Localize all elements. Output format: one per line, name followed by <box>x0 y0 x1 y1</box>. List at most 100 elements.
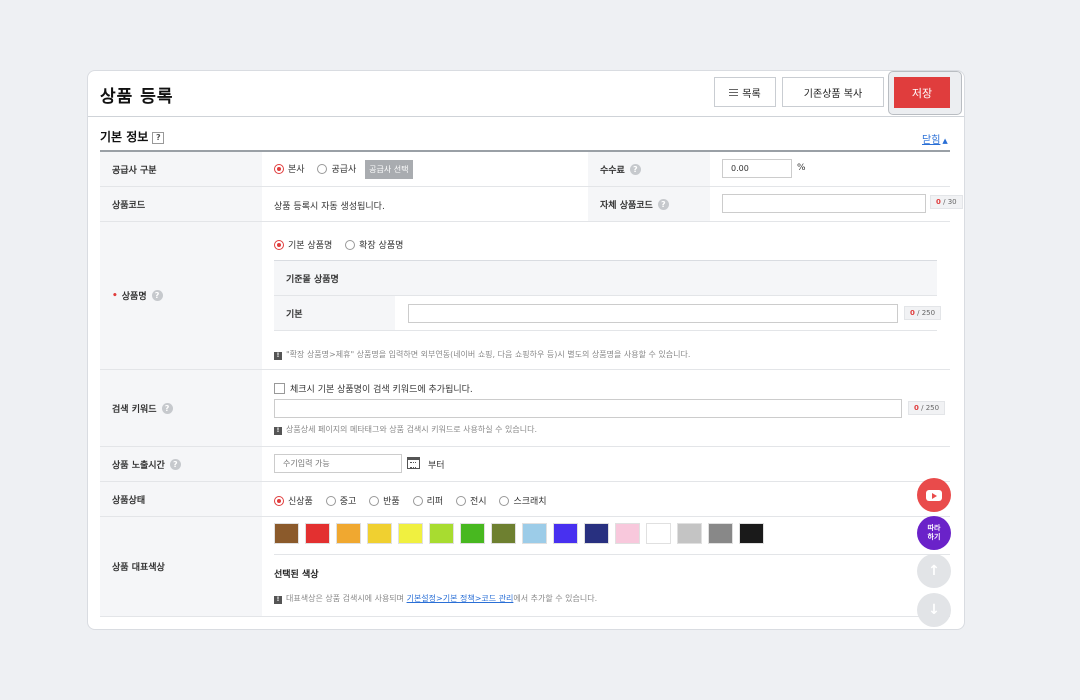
color-swatch[interactable] <box>522 523 547 544</box>
radio-status-new[interactable]: 신상품 <box>274 494 313 507</box>
follow-label: 따라 하기 <box>927 524 941 541</box>
list-button-label: 목록 <box>742 88 761 100</box>
radio-unchecked-icon <box>345 240 356 250</box>
page-header: 상품 등록 목록 기존상품 복사 저장 <box>88 71 964 117</box>
radio-basic-name[interactable]: 기본 상품명 <box>274 238 332 251</box>
color-swatch[interactable] <box>367 523 392 544</box>
save-button[interactable]: 저장 <box>894 77 950 108</box>
radio-unchecked-icon <box>369 496 380 506</box>
product-code-label: 상품코드 <box>100 187 262 221</box>
supplier-label: 공급사 구분 <box>100 152 262 186</box>
status-label: 상품상태 <box>100 482 262 516</box>
supplier-options: 본사 공급사 공급사 선택 <box>274 160 413 179</box>
radio-unchecked-icon <box>499 496 510 506</box>
product-name-row: • 상품명? 기본 상품명 확장 상품명 기준몰 상품명 기본 0 / 250 !… <box>100 222 950 370</box>
exposure-suffix: 부터 <box>428 461 445 471</box>
radio-checked-icon <box>274 240 284 250</box>
product-name-help-icon[interactable]: ? <box>151 290 163 301</box>
status-row: 상품상태 신상품 중고 반품 리퍼 전시 스크래치 <box>100 482 950 517</box>
list-button[interactable]: 목록 <box>714 77 776 107</box>
copy-existing-button[interactable]: 기존상품 복사 <box>782 77 884 107</box>
product-code-value: 상품 등록시 자동 생성됩니다. <box>274 202 385 212</box>
keyword-label: 검색 키워드? <box>100 370 262 446</box>
color-swatch[interactable] <box>305 523 330 544</box>
color-swatch[interactable] <box>615 523 640 544</box>
keyword-help-icon[interactable]: ? <box>161 402 173 414</box>
youtube-button[interactable] <box>917 478 951 512</box>
arrow-down-icon: ↓ <box>928 602 940 618</box>
scroll-bottom-button[interactable]: ↓ <box>917 593 951 627</box>
keyword-note: ! 상품상세 페이지의 메타태그와 상품 검색시 키워드로 사용하실 수 있습니다… <box>274 424 537 435</box>
product-name-label: • 상품명? <box>100 222 262 369</box>
subtable-header: 기준몰 상품명 <box>274 261 937 296</box>
product-name-input[interactable] <box>408 304 898 323</box>
radio-checked-icon <box>274 496 284 506</box>
color-swatch[interactable] <box>553 523 578 544</box>
radio-unchecked-icon <box>325 496 336 506</box>
own-code-help-icon[interactable]: ? <box>657 198 669 210</box>
radio-status-refurb[interactable]: 리퍼 <box>412 494 443 507</box>
code-management-link[interactable]: 기본설정>기본 정책>코드 관리 <box>407 594 514 603</box>
radio-status-returned[interactable]: 반품 <box>369 494 400 507</box>
keyword-row: 검색 키워드? 체크시 기본 상품명이 검색 키워드에 추가됩니다. 0 / 2… <box>100 370 950 447</box>
product-name-subtable: 기준몰 상품명 기본 0 / 250 <box>274 260 942 331</box>
color-swatch[interactable] <box>398 523 423 544</box>
color-label: 상품 대표색상 <box>100 517 262 616</box>
keyword-checkbox[interactable]: 체크시 기본 상품명이 검색 키워드에 추가됩니다. <box>274 382 473 395</box>
radio-status-scratch[interactable]: 스크래치 <box>499 494 547 507</box>
selected-color-label: 선택된 색상 <box>274 570 319 580</box>
scroll-top-button[interactable]: ↑ <box>917 554 951 588</box>
save-button-frame: 저장 <box>888 71 962 115</box>
own-code-input[interactable] <box>722 194 926 213</box>
info-icon: ! <box>274 427 282 435</box>
fee-unit: % <box>797 163 806 173</box>
exposure-row: 상품 노출시간? 부터 <box>100 447 950 482</box>
follow-button[interactable]: 따라 하기 <box>917 516 951 550</box>
chevron-up-icon: ▲ <box>942 137 948 145</box>
radio-extended-name[interactable]: 확장 상품명 <box>345 238 403 251</box>
keyword-input[interactable] <box>274 399 902 418</box>
color-swatch[interactable] <box>274 523 299 544</box>
info-icon: ! <box>274 596 282 604</box>
keyword-counter: 0 / 250 <box>908 401 946 415</box>
product-name-counter: 0 / 250 <box>904 306 942 320</box>
own-code-label: 자체 상품코드? <box>588 187 710 221</box>
collapse-link[interactable]: 닫힘 ▲ <box>922 131 948 146</box>
color-swatch[interactable] <box>336 523 361 544</box>
color-row: 상품 대표색상 선택된 색상 ! 대표색상은 상품 검색시에 사용되며 기본설정>… <box>100 517 950 617</box>
checkbox-icon <box>274 383 285 394</box>
subtable-row-label: 기본 <box>274 296 395 330</box>
radio-headquarters[interactable]: 본사 <box>274 162 305 175</box>
arrow-up-icon: ↑ <box>928 563 940 579</box>
color-swatch[interactable] <box>429 523 454 544</box>
youtube-icon <box>926 489 942 501</box>
color-swatch[interactable] <box>646 523 671 544</box>
exposure-help-icon[interactable]: ? <box>169 458 181 470</box>
color-swatch[interactable] <box>708 523 733 544</box>
fee-help-icon[interactable]: ? <box>629 163 641 175</box>
color-swatch[interactable] <box>491 523 516 544</box>
list-icon <box>729 88 739 96</box>
color-swatch[interactable] <box>739 523 764 544</box>
fee-label: 수수료? <box>588 152 710 186</box>
radio-unchecked-icon <box>456 496 467 506</box>
fee-input[interactable] <box>722 159 792 178</box>
radio-supplier[interactable]: 공급사 <box>317 162 356 175</box>
color-swatch[interactable] <box>677 523 702 544</box>
product-name-note: ! "확장 상품명>제휴" 상품명을 입력하면 외부연동(네이버 쇼핑, 다음 쇼… <box>274 349 690 360</box>
section-help-icon[interactable]: ? <box>152 132 165 144</box>
radio-status-display[interactable]: 전시 <box>456 494 487 507</box>
supplier-select-button[interactable]: 공급사 선택 <box>365 160 413 179</box>
color-swatch[interactable] <box>460 523 485 544</box>
collapse-label: 닫힘 <box>922 135 941 146</box>
page-title: 상품 등록 <box>100 87 174 107</box>
calendar-icon[interactable] <box>407 457 420 469</box>
color-swatch[interactable] <box>584 523 609 544</box>
basic-info-form: 공급사 구분 본사 공급사 공급사 선택 수수료? % 상품코드 상품 등록시 … <box>100 150 963 617</box>
exposure-date-input[interactable] <box>274 454 402 473</box>
section-title-text: 기본 정보 <box>100 130 149 144</box>
product-code-row: 상품코드 상품 등록시 자동 생성됩니다. 자체 상품코드? 0 / 30 <box>100 187 963 222</box>
supplier-row: 공급사 구분 본사 공급사 공급사 선택 수수료? % <box>100 152 950 187</box>
exposure-label: 상품 노출시간? <box>100 447 262 481</box>
radio-status-used[interactable]: 중고 <box>325 494 356 507</box>
